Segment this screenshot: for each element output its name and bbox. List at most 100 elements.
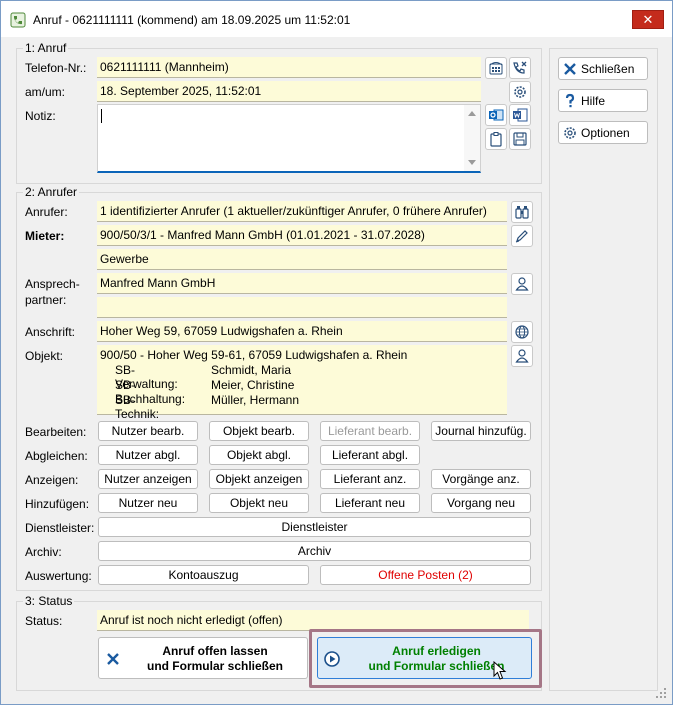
object-label: Objekt: xyxy=(25,349,64,363)
compare-object-button[interactable]: Objekt abgl. xyxy=(209,445,309,465)
mouse-cursor-icon xyxy=(493,661,507,680)
outlook-icon xyxy=(489,109,504,121)
save-note-button[interactable] xyxy=(509,128,531,150)
tenant-field[interactable]: 900/50/3/1 - Manfred Mann GmbH (01.01.20… xyxy=(97,225,507,246)
object-field[interactable]: 900/50 - Hoher Weg 59-61, 67059 Ludwigsh… xyxy=(97,345,507,421)
staff-name: Müller, Hermann xyxy=(211,393,300,407)
add-row-label: Hinzufügen: xyxy=(25,497,90,511)
contact-person-button[interactable] xyxy=(511,273,533,295)
edit-supplier-button[interactable]: Lieferant bearb. xyxy=(320,421,420,441)
help-label: Hilfe xyxy=(581,94,606,108)
new-supplier-button[interactable]: Lieferant neu xyxy=(320,493,420,513)
edit-user-button[interactable]: Nutzer bearb. xyxy=(98,421,198,441)
staff-role: SB-Technik: xyxy=(115,393,160,421)
scroll-up-icon[interactable] xyxy=(468,111,476,116)
leave-open-line1: Anruf offen lassen xyxy=(162,644,268,658)
section-anruf-title: 1: Anruf xyxy=(23,41,69,55)
contact-field[interactable]: Manfred Mann GmbH xyxy=(97,273,507,294)
options-button[interactable]: Optionen xyxy=(558,121,648,144)
leave-open-line2: und Formular schließen xyxy=(146,659,284,673)
phone-field[interactable]: 0621111111 (Mannheim) xyxy=(97,57,481,78)
show-row-label: Anzeigen: xyxy=(25,473,79,487)
window-close-button[interactable]: ✕ xyxy=(632,10,664,29)
question-mark-icon xyxy=(565,93,575,108)
clipboard-icon xyxy=(490,132,502,147)
report-row-label: Auswertung: xyxy=(25,569,92,583)
call-window: Anruf - 0621111111 (kommend) am 18.09.20… xyxy=(0,0,673,705)
section-status-title: 3: Status xyxy=(23,594,75,608)
note-textarea[interactable] xyxy=(97,104,481,173)
close-form-label: Schließen xyxy=(581,62,635,76)
section-anrufer-title: 2: Anrufer xyxy=(23,185,80,199)
caller-field[interactable]: 1 identifizierter Anrufer (1 aktueller/z… xyxy=(97,201,507,222)
show-processes-button[interactable]: Vorgänge anz. xyxy=(431,469,531,489)
phone-x-icon xyxy=(513,61,527,74)
x-icon xyxy=(107,653,119,665)
edit-row-label: Bearbeiten: xyxy=(25,425,87,439)
datetime-field[interactable]: 18. September 2025, 11:52:01 xyxy=(97,81,481,102)
options-label: Optionen xyxy=(581,126,630,140)
datetime-label: am/um: xyxy=(25,85,66,99)
show-user-button[interactable]: Nutzer anzeigen xyxy=(98,469,198,489)
caller-label: Anrufer: xyxy=(25,205,68,219)
compare-supplier-button[interactable]: Lieferant abgl. xyxy=(320,445,420,465)
leave-open-button[interactable]: Anruf offen lassen und Formular schließe… xyxy=(98,637,308,679)
edit-tenant-button[interactable] xyxy=(511,225,533,247)
play-circle-icon xyxy=(324,651,340,667)
object-person-button[interactable] xyxy=(511,345,533,367)
note-scrollbar[interactable] xyxy=(464,105,480,171)
sidebar-panel xyxy=(549,48,658,691)
complete-line1: Anruf erledigen xyxy=(392,644,481,658)
staff-name: Schmidt, Maria xyxy=(211,363,292,377)
account-statement-button[interactable]: Kontoauszug xyxy=(98,565,309,585)
phone-dial-button[interactable] xyxy=(485,57,507,79)
tenant-type-field[interactable]: Gewerbe xyxy=(97,249,507,270)
outlook-button[interactable] xyxy=(485,104,507,126)
save-icon xyxy=(513,132,527,146)
new-process-button[interactable]: Vorgang neu xyxy=(431,493,531,513)
gear-icon xyxy=(514,86,526,98)
scroll-down-icon[interactable] xyxy=(468,160,476,165)
edit-object-button[interactable]: Objekt bearb. xyxy=(209,421,309,441)
phone-label: Telefon-Nr.: xyxy=(25,61,87,75)
provider-row-label: Dienstleister: xyxy=(25,521,95,535)
window-title: Anruf - 0621111111 (kommend) am 18.09.20… xyxy=(33,13,351,27)
binoculars-icon xyxy=(515,206,529,219)
compare-user-button[interactable]: Nutzer abgl. xyxy=(98,445,198,465)
contact-label-line1: Ansprech- xyxy=(25,277,80,291)
show-object-button[interactable]: Objekt anzeigen xyxy=(209,469,309,489)
clipboard-button[interactable] xyxy=(485,128,507,150)
person-icon xyxy=(515,349,529,363)
new-user-button[interactable]: Nutzer neu xyxy=(98,493,198,513)
contact-field-2[interactable] xyxy=(97,297,507,318)
show-supplier-button[interactable]: Lieferant anz. xyxy=(320,469,420,489)
caller-list-button[interactable] xyxy=(511,201,533,223)
word-icon xyxy=(513,108,528,122)
archive-button[interactable]: Archiv xyxy=(98,541,531,561)
address-map-button[interactable] xyxy=(511,321,533,343)
call-settings-button[interactable] xyxy=(509,81,531,103)
telephone-keypad-icon xyxy=(489,62,503,75)
text-caret xyxy=(101,109,102,123)
gear-icon xyxy=(564,127,576,139)
globe-icon xyxy=(515,325,529,339)
open-items-button[interactable]: Offene Posten (2) xyxy=(320,565,531,585)
title-bar: Anruf - 0621111111 (kommend) am 18.09.20… xyxy=(1,1,672,37)
new-object-button[interactable]: Objekt neu xyxy=(209,493,309,513)
word-button[interactable] xyxy=(509,104,531,126)
pencil-icon xyxy=(515,230,528,243)
close-form-button[interactable]: Schließen xyxy=(558,57,648,80)
contact-label-line2: partner: xyxy=(25,293,67,307)
status-label: Status: xyxy=(25,614,63,628)
hangup-button[interactable] xyxy=(509,57,531,79)
compare-row-label: Abgleichen: xyxy=(25,449,88,463)
note-label: Notiz: xyxy=(25,109,56,123)
provider-button[interactable]: Dienstleister xyxy=(98,517,531,537)
staff-name: Meier, Christine xyxy=(211,378,295,392)
help-button[interactable]: Hilfe xyxy=(558,89,648,112)
resize-grip-icon[interactable] xyxy=(655,687,667,699)
address-field[interactable]: Hoher Weg 59, 67059 Ludwigshafen a. Rhei… xyxy=(97,321,507,342)
tenant-label: Mieter: xyxy=(25,229,65,243)
add-journal-button[interactable]: Journal hinzufüg. xyxy=(431,421,531,441)
x-icon xyxy=(564,63,576,75)
